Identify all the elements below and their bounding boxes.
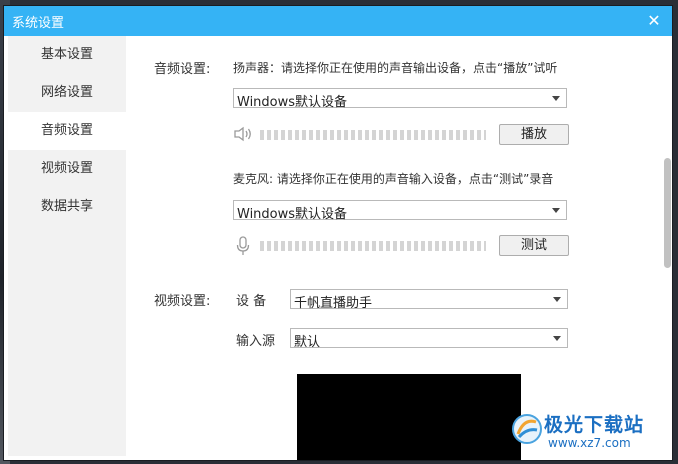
speaker-device-select[interactable]: Windows默认设备 (233, 88, 567, 110)
video-source-value: 默认 (294, 335, 321, 350)
mic-hint: 麦克风: 请选择你正在使用的声音输入设备，点击“测试”录音 (233, 172, 554, 186)
video-device-label: 设 备 (236, 294, 267, 309)
scrollbar-thumb[interactable] (664, 158, 671, 268)
chevron-down-icon (553, 336, 561, 341)
video-source-label: 输入源 (236, 334, 276, 349)
audio-section-label: 音频设置: (154, 62, 211, 77)
sidebar-item-video[interactable]: 视频设置 (8, 150, 126, 188)
video-source-select[interactable]: 默认 (290, 328, 568, 350)
sidebar-item-audio[interactable]: 音频设置 (8, 112, 126, 150)
sidebar-item-basic[interactable]: 基本设置 (8, 36, 126, 74)
chevron-down-icon (553, 297, 561, 302)
speaker-hint: 扬声器：请选择你正在使用的声音输出设备，点击“播放”试听 (233, 61, 558, 75)
aurora-logo-icon (512, 414, 542, 444)
content-scrollbar[interactable] (662, 36, 672, 460)
settings-content: 音频设置: 扬声器：请选择你正在使用的声音输出设备，点击“播放”试听 Windo… (126, 36, 672, 460)
watermark-brand: 极光下载站 (544, 414, 645, 436)
settings-sidebar: 基本设置 网络设置 音频设置 视频设置 数据共享 (8, 36, 126, 456)
video-device-select[interactable]: 千帆直播助手 (290, 289, 568, 311)
settings-dialog: 系统设置 ✕ 基本设置 网络设置 音频设置 视频设置 数据共享 音频设置: 扬声… (4, 6, 672, 460)
video-section-label: 视频设置: (154, 294, 211, 309)
sidebar-item-data-share[interactable]: 数据共享 (8, 188, 126, 226)
chevron-down-icon (552, 208, 560, 213)
title-bar[interactable]: 系统设置 ✕ (4, 6, 672, 36)
window-title: 系统设置 (12, 16, 65, 31)
video-preview (297, 374, 521, 460)
test-button[interactable]: 测试 (499, 235, 569, 256)
speaker-volume-meter (260, 130, 486, 140)
speaker-icon (234, 126, 251, 142)
mic-device-select[interactable]: Windows默认设备 (233, 200, 567, 222)
speaker-device-value: Windows默认设备 (237, 95, 348, 110)
watermark-url: www.xz7.com (548, 436, 631, 450)
close-icon[interactable]: ✕ (644, 11, 664, 31)
video-device-value: 千帆直播助手 (294, 296, 373, 311)
mic-device-value: Windows默认设备 (237, 207, 348, 222)
mic-level-meter (260, 241, 486, 251)
microphone-icon (236, 236, 250, 255)
site-watermark: 极光下载站 www.xz7.com (510, 408, 672, 454)
play-button[interactable]: 播放 (499, 124, 569, 145)
chevron-down-icon (552, 96, 560, 101)
sidebar-item-network[interactable]: 网络设置 (8, 74, 126, 112)
